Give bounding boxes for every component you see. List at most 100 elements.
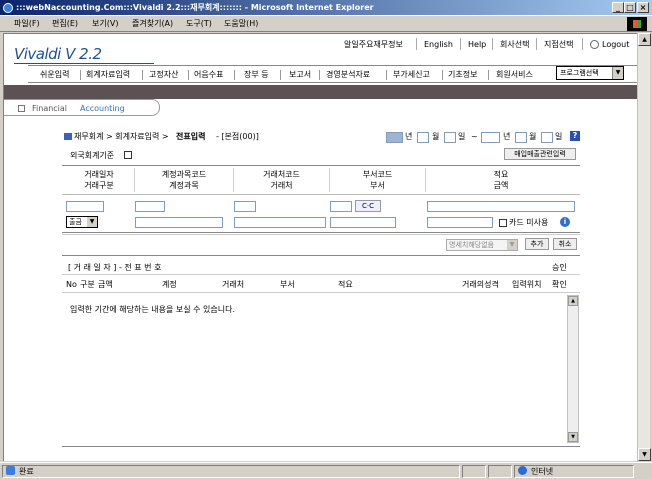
col-input-location: 입력위치 xyxy=(512,280,542,289)
hdr-account: 계정과목코드계정과목 xyxy=(135,169,233,191)
client-code-input[interactable] xyxy=(234,201,256,212)
info-icon[interactable]: i xyxy=(560,217,570,227)
nav-management-analysis[interactable]: 경영분석자료 xyxy=(326,68,370,81)
hdr-date-1: 거래일자 xyxy=(84,170,114,179)
section-accounting: Accounting xyxy=(80,104,125,113)
month-to-label: 월 xyxy=(529,132,537,141)
breadcrumb-path: 재무회계 > 회계자료입력 > xyxy=(74,132,169,141)
day-from-input[interactable] xyxy=(444,132,456,143)
cancel-button[interactable]: 취소 xyxy=(553,238,577,250)
type-select[interactable]: 출금 ▼ xyxy=(66,216,98,228)
hdr-summary-2: 금액 xyxy=(493,181,509,190)
menu-favorites[interactable]: 즐겨찾기(A) xyxy=(132,18,173,30)
nav-ledger[interactable]: 장부 등 xyxy=(244,68,269,81)
receipt-select-value: 영세치해당없음 xyxy=(449,241,495,249)
menu-edit[interactable]: 편집(E) xyxy=(52,18,78,30)
hdr-client: 거래처코드 거래처 xyxy=(234,169,329,191)
program-select-value: 프로그램선택 xyxy=(560,69,599,77)
department-name-input[interactable] xyxy=(330,217,396,228)
foreign-standard-label: 외국회계기준 xyxy=(70,151,115,160)
list-scrollbar[interactable]: ▲ ▼ xyxy=(567,295,579,443)
hdr-account-2: 계정과목 xyxy=(169,181,199,190)
empty-message: 입력한 기간에 해당하는 내용을 보실 수 있습니다. xyxy=(70,305,235,314)
summary-input[interactable] xyxy=(427,201,575,212)
close-button[interactable]: × xyxy=(637,2,649,13)
cc-button[interactable]: C·C xyxy=(355,200,381,212)
col-no: No xyxy=(66,280,77,289)
foreign-standard-checkbox[interactable] xyxy=(124,151,132,159)
logout-icon xyxy=(590,40,599,49)
account-code-input[interactable] xyxy=(135,201,165,212)
menu-file[interactable]: 파일(F) xyxy=(14,18,40,30)
page-scroll-down-icon[interactable]: ▼ xyxy=(638,448,651,461)
hdr-account-1: 계정과목코드 xyxy=(161,170,207,179)
toplink-branch-select[interactable]: 지점선택 xyxy=(544,39,573,50)
toplink-finance-info[interactable]: 알일주요재무정보 xyxy=(344,39,403,50)
menu-view[interactable]: 보기(V) xyxy=(92,18,118,30)
status-zone: 인터넷 xyxy=(531,467,554,476)
day-to-input[interactable] xyxy=(541,132,553,143)
section-square-icon xyxy=(18,105,25,112)
chevron-down-icon: ▼ xyxy=(87,217,97,227)
hdr-department-2: 부서 xyxy=(370,181,385,190)
col-amount: 금액 xyxy=(98,280,113,289)
minimize-button[interactable]: _ xyxy=(612,2,624,13)
nav-accounting-input[interactable]: 회계자료입력 xyxy=(86,68,130,81)
page-done-icon xyxy=(6,466,15,475)
page-scrollbar[interactable]: ▲ ▼ xyxy=(637,33,651,461)
nav-reports[interactable]: 보고서 xyxy=(289,68,311,81)
year-from-label: 년 xyxy=(405,132,413,141)
dark-band xyxy=(4,85,637,99)
breadcrumb-icon xyxy=(64,133,72,140)
scroll-down-icon[interactable]: ▼ xyxy=(568,432,578,442)
hdr-summary: 적요 금액 xyxy=(426,169,576,191)
help-icon[interactable]: ? xyxy=(570,131,580,141)
toplink-help[interactable]: Help xyxy=(468,39,486,50)
window-title-bar: :::webNaccounting.Com:::Vivaldi 2.2:::재무… xyxy=(0,0,652,15)
year-to-input[interactable] xyxy=(481,132,500,143)
toplink-logout[interactable]: Logout xyxy=(602,39,629,50)
menu-help[interactable]: 도움말(H) xyxy=(224,18,258,30)
col-confirm: 확인 xyxy=(552,280,567,289)
col-type: 구분 xyxy=(80,280,95,289)
scroll-up-icon[interactable]: ▲ xyxy=(568,296,578,306)
menu-tools[interactable]: 도구(T) xyxy=(186,18,212,30)
col-summary: 적요 xyxy=(338,280,353,289)
date-range-tilde: ~ xyxy=(471,132,478,141)
list-header-title: [ 거 래 일 자 ] - 전 표 번 호 xyxy=(68,263,162,272)
program-select[interactable]: 프로그램선택 ▼ xyxy=(556,66,624,80)
add-button[interactable]: 추가 xyxy=(525,238,549,250)
hdr-date: 거래일자 거래구분 xyxy=(64,169,134,191)
section-tab: Financial Accounting xyxy=(4,99,160,116)
menu-bar: 파일(F) 편집(E) 보기(V) 즐겨찾기(A) 도구(T) 도움말(H) xyxy=(0,15,652,32)
status-box-1 xyxy=(462,465,486,478)
department-code-input[interactable] xyxy=(330,201,352,212)
hdr-department: 부서코드 부서 xyxy=(330,169,425,191)
nav-bills[interactable]: 어음수표 xyxy=(194,68,223,81)
account-name-input[interactable] xyxy=(135,217,223,228)
chevron-down-icon: ▼ xyxy=(612,67,623,79)
col-nature: 거래의성격 xyxy=(462,280,499,289)
receipt-select[interactable]: 영세치해당없음 ▼ xyxy=(446,239,518,251)
sales-related-input-button[interactable]: 매입매출관련입력 xyxy=(504,148,576,160)
section-financial: Financial xyxy=(32,104,68,113)
nav-fixed-assets[interactable]: 고정자산 xyxy=(149,68,178,81)
month-to-input[interactable] xyxy=(515,132,527,143)
amount-input[interactable] xyxy=(427,217,493,228)
nav-quick-entry[interactable]: 쉬운입력 xyxy=(40,68,69,81)
nav-member-service[interactable]: 회원서비스 xyxy=(496,68,533,81)
toplink-english[interactable]: English xyxy=(424,39,453,50)
client-name-input[interactable] xyxy=(234,217,326,228)
month-from-input[interactable] xyxy=(417,132,429,143)
breadcrumb-current: 전표입력 xyxy=(176,132,206,141)
nav-vat-report[interactable]: 부가세신고 xyxy=(393,68,430,81)
card-unused-checkbox[interactable] xyxy=(499,219,507,227)
year-from-input[interactable] xyxy=(386,132,403,143)
toplink-company-select[interactable]: 회사선택 xyxy=(500,39,529,50)
nav-basic-info[interactable]: 기초정보 xyxy=(448,68,477,81)
status-zone-box: 인터넷 xyxy=(514,465,634,478)
page-scroll-up-icon[interactable]: ▲ xyxy=(638,33,651,46)
maximize-button[interactable]: □ xyxy=(624,2,636,13)
trade-date-input[interactable] xyxy=(66,201,104,212)
globe-icon xyxy=(518,466,527,475)
